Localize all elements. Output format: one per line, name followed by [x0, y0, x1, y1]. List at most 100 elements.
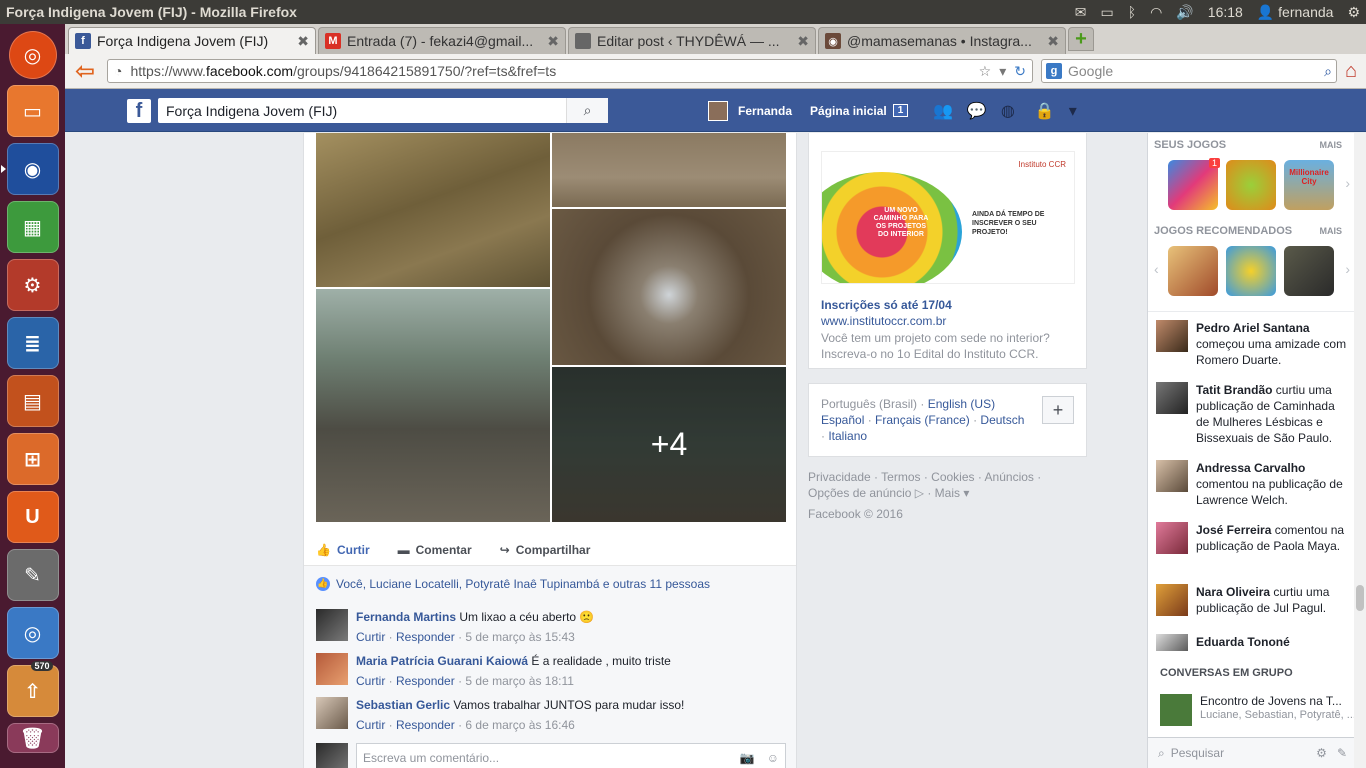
comment-reply-link[interactable]: Responder: [396, 630, 455, 644]
comment-author[interactable]: Fernanda Martins: [356, 610, 456, 624]
comment-like-link[interactable]: Curtir: [356, 630, 385, 644]
ticker-item[interactable]: Tatit Brandão curtiu uma publicação de C…: [1156, 382, 1348, 446]
facebook-logo-icon[interactable]: f: [127, 99, 151, 123]
tab-instagram[interactable]: ◉ @mamasemanas • Instagra... ✖: [818, 27, 1066, 54]
footer-link[interactable]: Termos: [881, 470, 920, 484]
likes-summary[interactable]: 👍 Você, Luciane Locatelli, Potyratê Inaê…: [304, 565, 796, 601]
ticker-item[interactable]: Andressa Carvalho comentou na publicação…: [1156, 460, 1348, 508]
comment-time[interactable]: 6 de março às 16:46: [465, 718, 574, 732]
language-link[interactable]: Français (France): [875, 413, 970, 427]
comment-author[interactable]: Sebastian Gerlic: [356, 698, 450, 712]
comment-reply-link[interactable]: Responder: [396, 674, 455, 688]
home-icon[interactable]: ⌂: [1345, 60, 1357, 83]
prev-arrow-icon[interactable]: ‹: [1154, 261, 1159, 277]
comment-like-link[interactable]: Curtir: [356, 674, 385, 688]
add-language-button[interactable]: +: [1042, 396, 1074, 424]
history-dropdown-icon[interactable]: ▾: [999, 63, 1006, 80]
ticker-item[interactable]: Nara Oliveira curtiu uma publicação de J…: [1156, 584, 1348, 616]
back-button[interactable]: ⇦: [71, 57, 99, 85]
search-icon[interactable]: ⌕: [566, 98, 608, 123]
ticker-item[interactable]: José Ferreira comentou na publicação de …: [1156, 522, 1348, 554]
close-tab-icon[interactable]: ✖: [797, 33, 809, 50]
writer-icon[interactable]: ≣: [6, 317, 59, 369]
bookmark-star-icon[interactable]: ☆: [979, 63, 992, 80]
footer-link[interactable]: Opções de anúncio: [808, 486, 911, 500]
firefox-icon[interactable]: ◉: [0, 143, 59, 195]
comment-reply-link[interactable]: Responder: [396, 718, 455, 732]
like-button[interactable]: 👍 Curtir: [316, 543, 370, 557]
notifications-globe-icon[interactable]: ◍: [1001, 101, 1015, 121]
recommended-more-link[interactable]: MAIS: [1320, 226, 1343, 236]
ad-link[interactable]: www.institutoccr.com.br: [821, 314, 946, 328]
footer-link[interactable]: Mais: [935, 486, 960, 500]
camera-icon[interactable]: 📷: [740, 751, 755, 765]
clock[interactable]: 16:18: [1208, 4, 1243, 20]
impress-icon[interactable]: ▤: [6, 375, 59, 427]
scrollbar-thumb[interactable]: [1356, 585, 1364, 611]
post-photo[interactable]: [316, 133, 550, 287]
url-bar[interactable]: ◔ https://www.facebook.com/groups/941864…: [107, 59, 1033, 83]
system-settings-icon[interactable]: ⚙: [6, 259, 59, 311]
frog-game-icon[interactable]: [1226, 160, 1276, 210]
new-message-icon[interactable]: ✎: [1337, 746, 1347, 760]
ticker-item[interactable]: Eduarda Tononé: [1156, 634, 1348, 651]
group-chat-item[interactable]: Encontro de Jovens na T... Luciane, Seba…: [1160, 694, 1356, 726]
gimp-icon[interactable]: ✎: [6, 549, 59, 601]
tab-gmail[interactable]: M Entrada (7) - fekazi4@gmail... ✖: [318, 27, 566, 54]
page-scrollbar[interactable]: [1354, 133, 1366, 768]
comment-input[interactable]: Escreva um comentário... 📷 ☺: [356, 743, 786, 768]
account-menu-icon[interactable]: ▾: [1069, 101, 1077, 121]
avatar[interactable]: [316, 609, 348, 641]
next-arrow-icon[interactable]: ›: [1345, 175, 1350, 191]
search-icon[interactable]: ⌕: [1324, 63, 1332, 80]
ad-image[interactable]: UM NOVO CAMINHO PARA OS PROJETOS DO INTE…: [821, 151, 1075, 284]
ubuntu-one-icon[interactable]: U: [6, 491, 59, 543]
mail-icon[interactable]: ✉: [1075, 4, 1087, 21]
settings-gear-icon[interactable]: ⚙: [1347, 4, 1360, 21]
language-link[interactable]: Deutsch: [980, 413, 1024, 427]
software-center-icon[interactable]: ⊞: [6, 433, 59, 485]
language-link[interactable]: English (US): [928, 397, 995, 411]
ticker-item[interactable]: Pedro Ariel Santana começou uma amizade …: [1156, 320, 1348, 368]
candy-crush-game-icon[interactable]: 1: [1168, 158, 1220, 210]
close-tab-icon[interactable]: ✖: [1047, 33, 1059, 50]
calc-icon[interactable]: ▦: [6, 201, 59, 253]
next-arrow-icon[interactable]: ›: [1345, 261, 1350, 277]
tab-facebook[interactable]: f Força Indigena Jovem (FIJ) ✖: [68, 27, 316, 54]
comment-time[interactable]: 5 de março às 15:43: [465, 630, 574, 644]
profile-link[interactable]: Fernanda: [738, 104, 792, 118]
avatar[interactable]: [316, 697, 348, 729]
update-manager-icon[interactable]: 570 ⇧: [6, 661, 59, 717]
tab-wordpress[interactable]: Editar post ‹ THYDÊWÁ — ... ✖: [568, 27, 816, 54]
game-icon[interactable]: [1284, 246, 1334, 296]
friend-requests-icon[interactable]: 👥: [933, 101, 953, 121]
facebook-search-input[interactable]: Força Indigena Jovem (FIJ) ⌕: [158, 98, 608, 123]
my-games-more-link[interactable]: MAIS: [1320, 140, 1343, 150]
files-icon[interactable]: ▭: [6, 85, 59, 137]
ubuntu-dash-icon[interactable]: ◎: [8, 31, 57, 79]
new-tab-button[interactable]: +: [1068, 27, 1094, 51]
post-photo-more[interactable]: +4: [552, 367, 786, 522]
footer-link[interactable]: Privacidade: [808, 470, 871, 484]
reload-icon[interactable]: ↻: [1014, 63, 1026, 80]
millionaire-city-game-icon[interactable]: Millionaire City: [1284, 160, 1334, 210]
language-link[interactable]: Español: [821, 413, 864, 427]
footer-link[interactable]: Anúncios: [985, 470, 1034, 484]
post-photo[interactable]: [552, 133, 786, 207]
game-icon[interactable]: [1168, 246, 1218, 296]
comment-button[interactable]: ▬ Comentar: [398, 543, 472, 557]
chat-options-gear-icon[interactable]: ⚙: [1316, 746, 1327, 760]
search-bar[interactable]: g Google ⌕: [1041, 59, 1337, 83]
close-tab-icon[interactable]: ✖: [547, 33, 559, 50]
avatar[interactable]: [316, 653, 348, 685]
messages-icon[interactable]: 💬: [967, 101, 987, 121]
wifi-icon[interactable]: ◠: [1150, 4, 1162, 21]
comment-author[interactable]: Maria Patrícia Guarani Kaiowá: [356, 654, 528, 668]
footer-link[interactable]: Cookies: [931, 470, 974, 484]
share-button[interactable]: ↪ Compartilhar: [500, 543, 591, 557]
ad-title[interactable]: Inscrições só até 17/04: [821, 298, 952, 312]
user-menu[interactable]: 👤 fernanda: [1257, 4, 1334, 21]
volume-icon[interactable]: 🔊: [1176, 4, 1193, 21]
emoji-icon[interactable]: ☺: [767, 751, 779, 765]
post-photo[interactable]: [552, 209, 786, 365]
